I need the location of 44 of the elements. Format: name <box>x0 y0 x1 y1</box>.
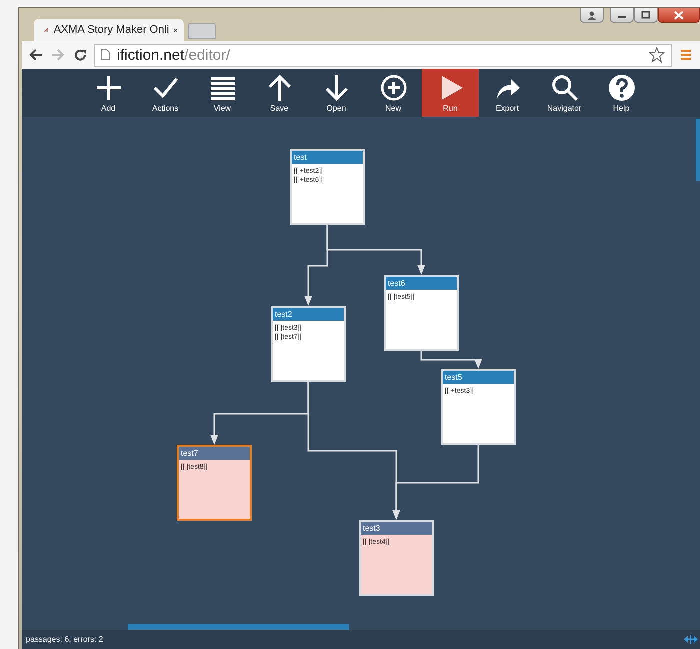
passage-title: test7 <box>179 447 250 460</box>
browser-tab[interactable]: AXMA Story Maker Onli <box>34 19 184 41</box>
plus-circle-icon <box>380 74 408 102</box>
passage-title: test6 <box>386 277 457 290</box>
search-icon <box>550 74 578 102</box>
page-icon <box>101 49 111 61</box>
user-button[interactable] <box>580 8 604 23</box>
add-button[interactable]: Add <box>80 69 137 117</box>
passage-title: test <box>292 151 363 164</box>
user-icon <box>587 10 597 20</box>
menu-button[interactable] <box>678 47 694 63</box>
forward-arrow-icon <box>51 49 65 61</box>
plus-icon <box>94 74 122 102</box>
maximize-icon <box>641 11 651 19</box>
resize-arrows-icon[interactable] <box>684 635 698 644</box>
close-button[interactable] <box>658 8 700 23</box>
minimize-button[interactable] <box>610 8 634 23</box>
passage-title: test3 <box>361 522 432 535</box>
star-icon[interactable] <box>649 47 665 63</box>
connector-arrow <box>420 351 482 369</box>
back-arrow-icon <box>29 49 43 61</box>
scrollbar-thumb[interactable] <box>696 119 700 181</box>
passage-title: test5 <box>443 371 514 384</box>
reload-icon <box>74 48 86 62</box>
scrollbar-thumb[interactable] <box>128 624 349 630</box>
url-text: ifiction.net/editor/ <box>117 46 230 64</box>
help-icon <box>608 74 636 102</box>
view-button[interactable]: View <box>194 69 251 117</box>
new-button[interactable]: New <box>365 69 422 117</box>
run-button[interactable]: Run <box>422 69 479 117</box>
menu-icon <box>681 49 691 61</box>
passage-title: test2 <box>273 308 344 321</box>
status-text: passages: 6, errors: 2 <box>26 635 104 644</box>
help-button[interactable]: Help <box>593 69 650 117</box>
save-button[interactable]: Save <box>251 69 308 117</box>
maximize-button[interactable] <box>634 8 658 23</box>
navigator-button[interactable]: Navigator <box>536 69 593 117</box>
export-button[interactable]: Export <box>479 69 536 117</box>
reload-button[interactable] <box>72 47 88 63</box>
close-icon <box>674 10 684 20</box>
back-button[interactable] <box>28 47 44 63</box>
address-field[interactable]: ifiction.net/editor/ <box>94 44 672 66</box>
open-button[interactable]: Open <box>308 69 365 117</box>
actions-button[interactable]: Actions <box>137 69 194 117</box>
